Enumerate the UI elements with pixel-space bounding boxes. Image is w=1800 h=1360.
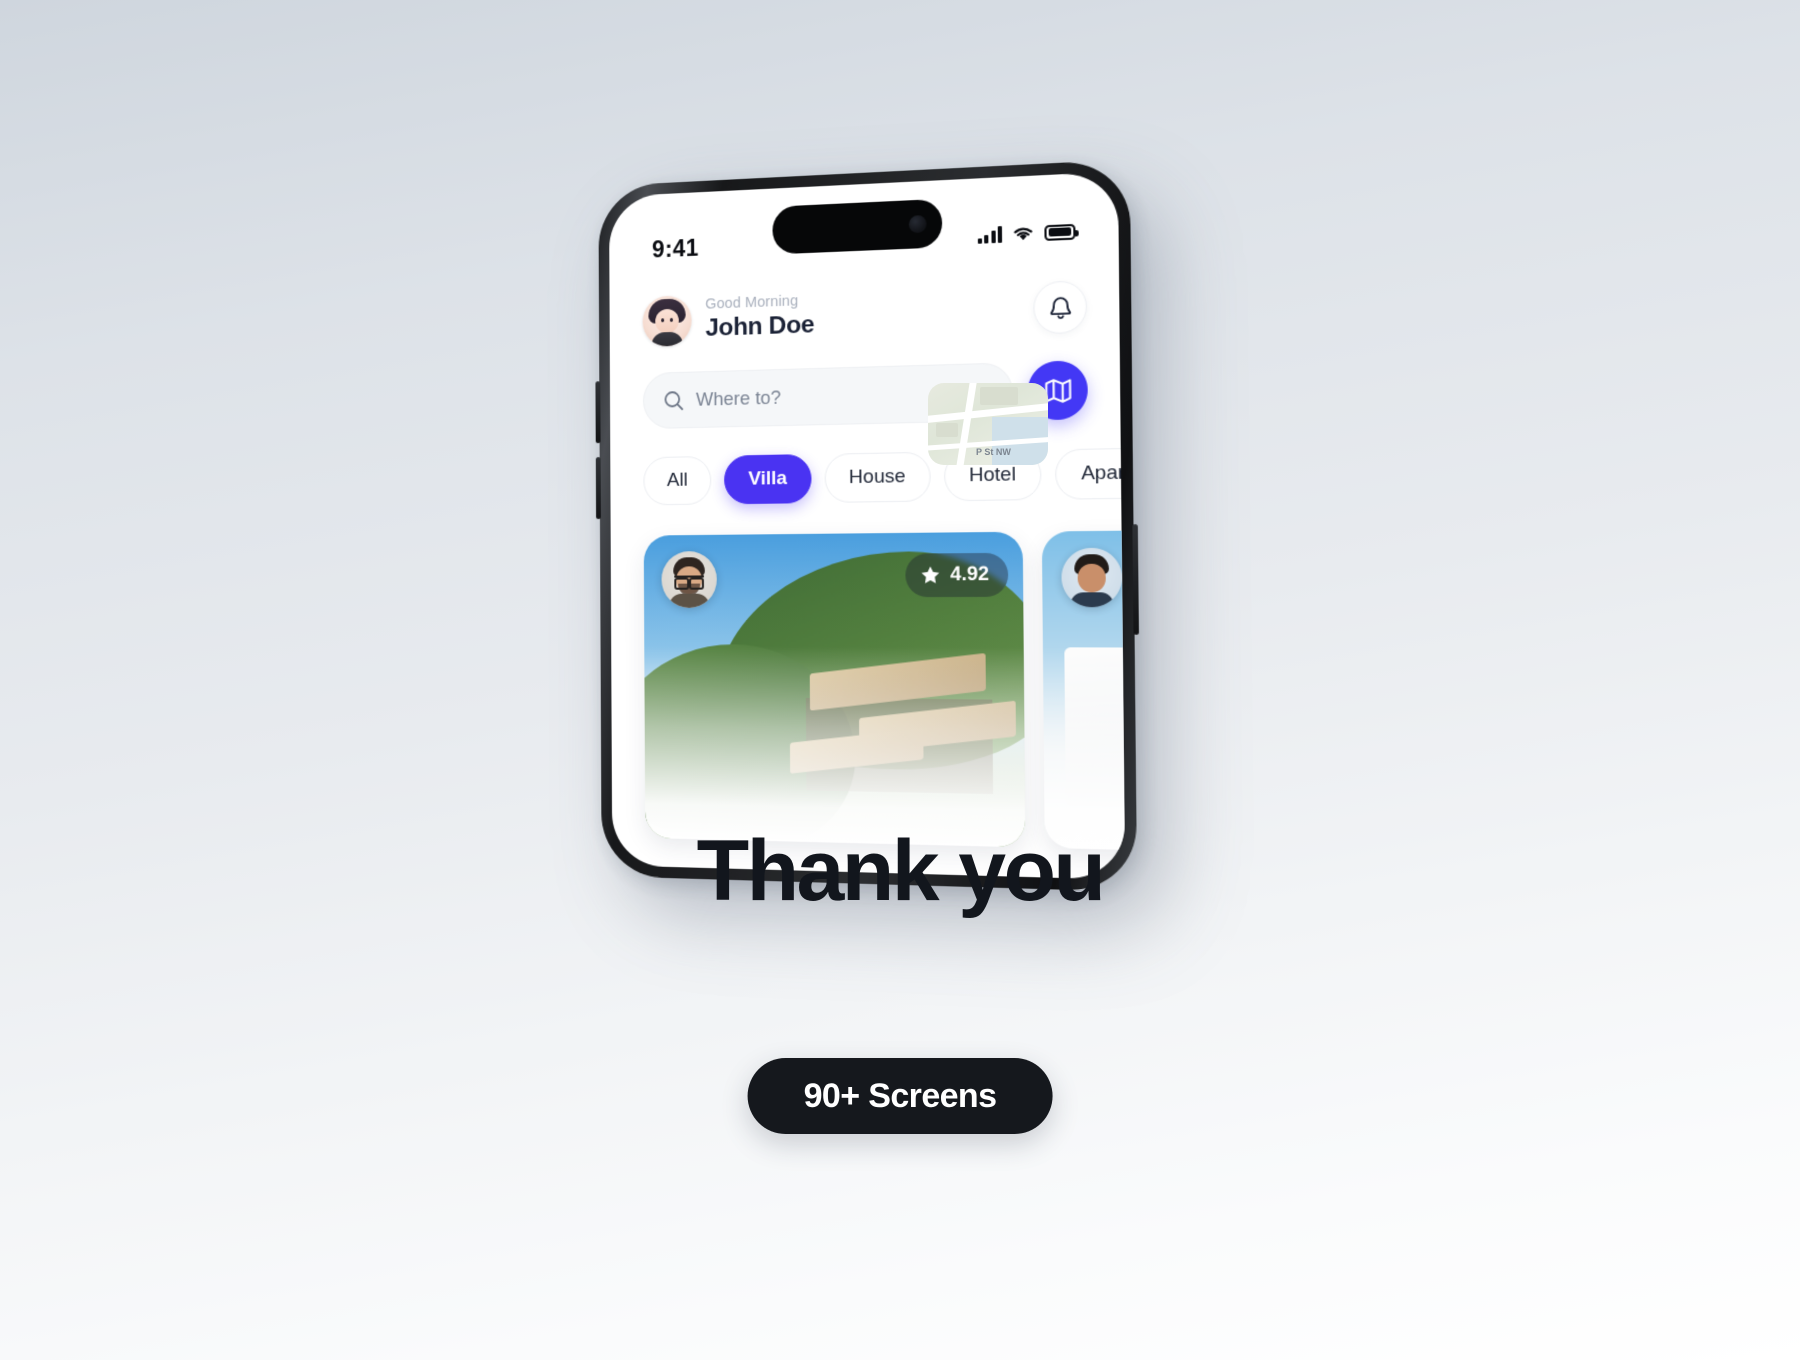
filter-chip-house[interactable]: House [824,451,931,503]
filter-chip-all[interactable]: All [643,455,712,506]
search-placeholder: Where to? [695,386,782,410]
phone-screen: 9:41 Good Morning John Doe Where to? All… [609,171,1126,880]
search-icon [663,389,684,411]
presentation-stage: 9:41 Good Morning John Doe Where to? All… [0,0,1800,1360]
volume-down-button[interactable] [595,457,601,520]
wifi-icon [1011,225,1034,241]
screens-count-pill: 90+ Screens [747,1058,1053,1134]
user-name: John Doe [705,310,815,342]
app-content: Good Morning John Doe Where to? All Vill… [609,260,1126,855]
phone-frame: 9:41 Good Morning John Doe Where to? All… [595,159,1139,892]
map-street-label: P St NW [976,447,1011,457]
front-camera-icon [908,214,927,234]
host-avatar[interactable] [1061,547,1123,608]
notification-button[interactable] [1033,280,1088,335]
status-bar-clock: 9:41 [651,233,699,263]
host-avatar[interactable] [661,551,717,608]
listing-cards: 4.92 [643,528,1126,855]
avatar[interactable] [642,295,692,347]
greeting-block: Good Morning John Doe [642,290,814,347]
listing-card[interactable]: 4.92 [643,531,1026,848]
dynamic-island [772,198,943,255]
bell-icon [1048,294,1073,321]
listing-card[interactable] [1041,528,1126,855]
status-bar-icons [977,223,1076,244]
page-title: Thank you [696,823,1106,919]
battery-icon [1044,223,1076,241]
power-button[interactable] [1132,524,1139,635]
signal-bars-icon [977,226,1003,244]
filter-chip-apartment[interactable]: Apartment [1055,446,1126,500]
rating-value: 4.92 [950,563,990,586]
star-icon [921,566,940,584]
app-header: Good Morning John Doe [642,280,1088,347]
map-thumbnail[interactable]: P St NW [928,383,1048,465]
volume-up-button[interactable] [595,381,601,444]
greeting-text: Good Morning [705,293,799,313]
filter-chip-villa[interactable]: Villa [724,454,812,505]
status-badge: 4.92 [905,552,1009,598]
phone-mockup: 9:41 Good Morning John Doe Where to? All… [595,159,1139,892]
